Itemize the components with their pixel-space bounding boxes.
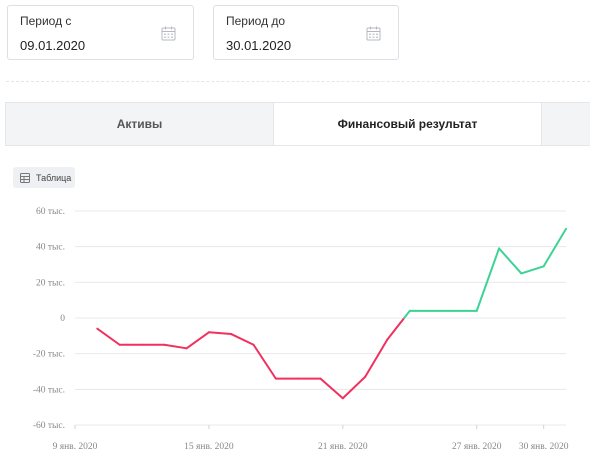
series-line-segment — [230, 333, 255, 346]
series-line-segment — [319, 377, 344, 400]
series-line-segment — [207, 331, 233, 336]
y-tick-label: -40 тыс. — [33, 385, 65, 395]
y-tick-label: 0 — [60, 314, 65, 324]
series-line-segment — [163, 343, 188, 350]
y-tick-label: -60 тыс. — [33, 421, 65, 431]
x-tick-label: 15 янв. 2020 — [184, 442, 234, 452]
series-line-segment — [498, 247, 523, 275]
series-line-segment — [520, 265, 545, 275]
series-line-segment — [185, 331, 210, 350]
financial-result-chart: 60 тыс. 40 тыс. 20 тыс. 0 -20 тыс. -40 тыс. -6… — [33, 207, 569, 452]
series-line-segment — [341, 375, 367, 400]
x-tick-label: 9 янв. 2020 — [53, 442, 98, 452]
y-tick-label: 40 тыс. — [36, 243, 65, 253]
series-line-segment — [475, 247, 501, 312]
series-line-segment — [252, 343, 277, 380]
x-tick-label: 21 янв. 2020 — [318, 442, 368, 452]
series-line-segment — [96, 327, 121, 346]
y-tick-label: -20 тыс. — [33, 350, 65, 360]
y-tick-label: 60 тыс. — [36, 207, 65, 217]
series-line-segment — [403, 309, 411, 319]
series-line-segment — [542, 227, 567, 268]
x-tick-label: 30 янв. 2020 — [519, 442, 569, 452]
y-tick-label: 20 тыс. — [36, 278, 65, 288]
series-line-segment — [364, 338, 389, 378]
series-line-segment — [386, 317, 406, 341]
x-tick-label: 27 янв. 2020 — [452, 442, 502, 452]
